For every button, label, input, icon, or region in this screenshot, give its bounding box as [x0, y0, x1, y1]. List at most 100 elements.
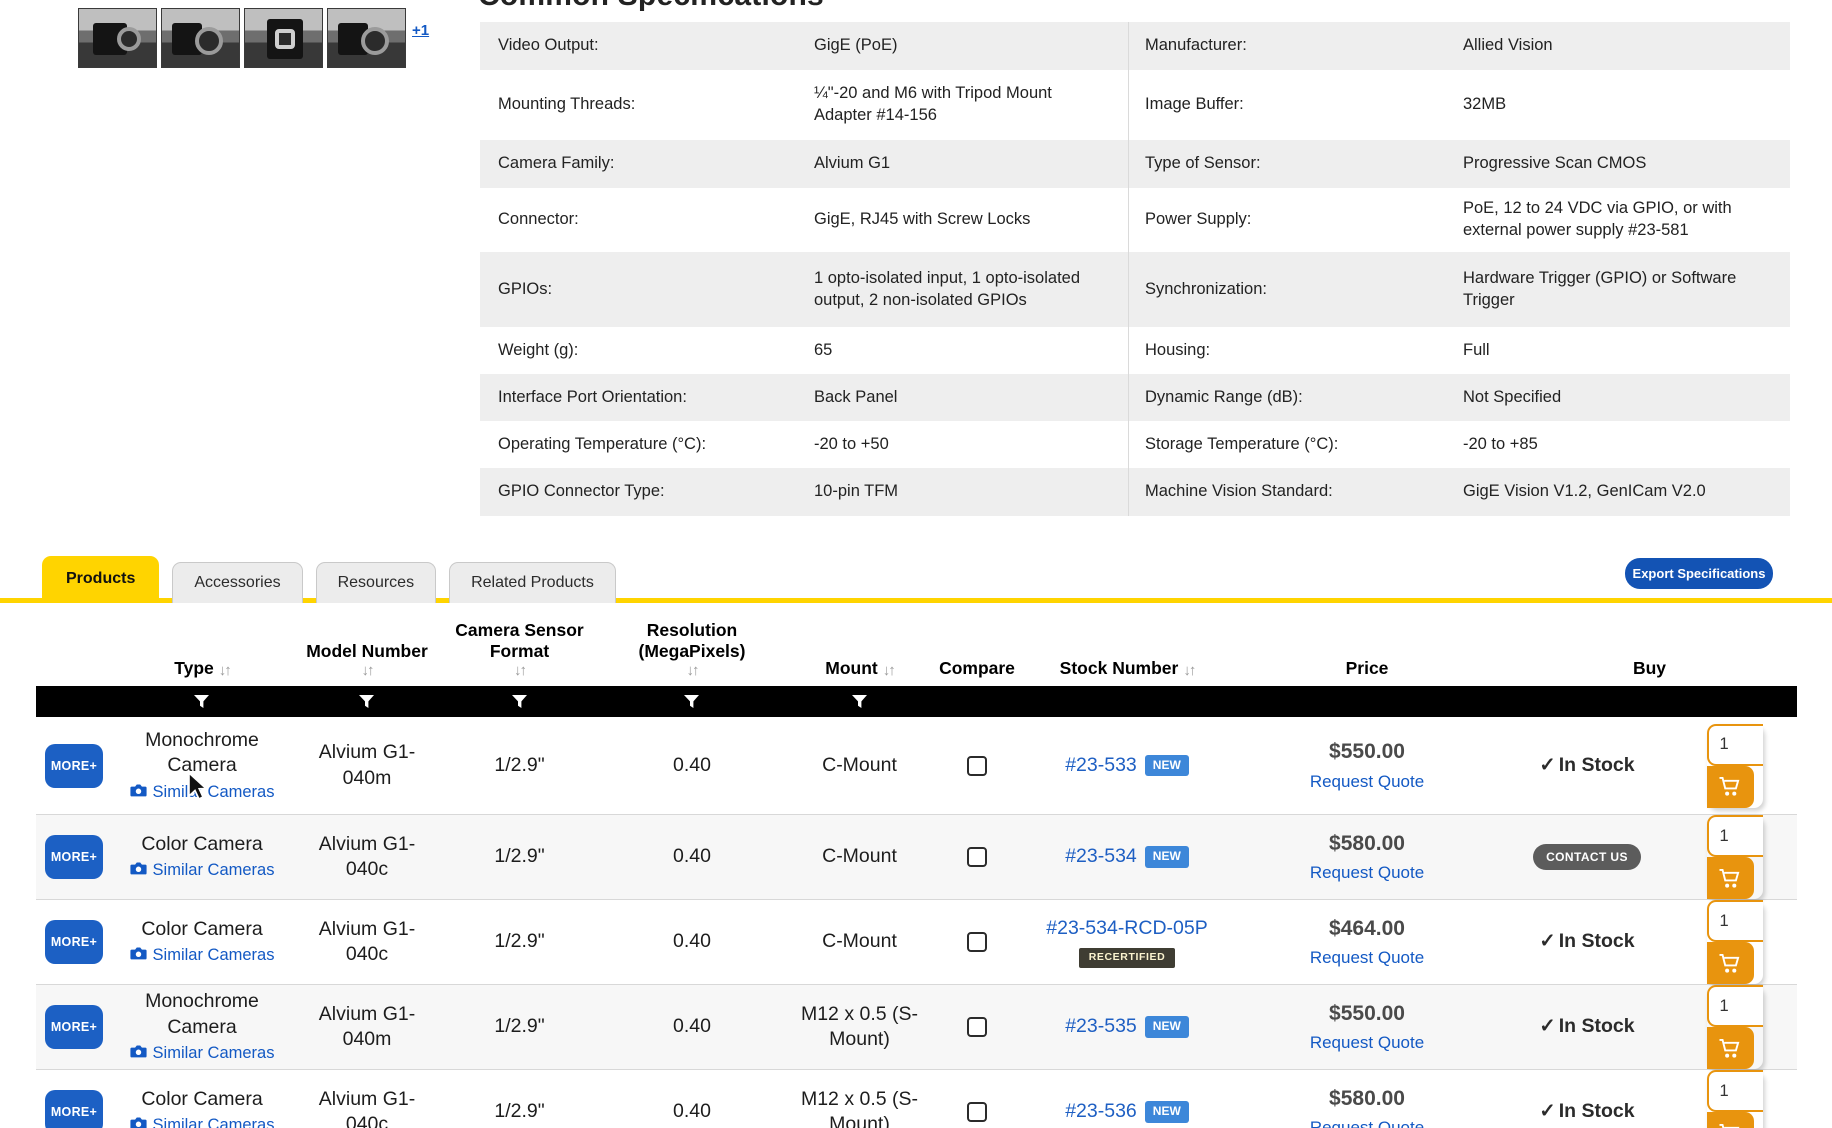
model-number: Alvium G1-040c [311, 917, 423, 968]
product-type: Monochrome Camera [112, 728, 292, 779]
stock-status: ✓In Stock [1502, 1014, 1672, 1039]
column-header-mount[interactable]: Mount↓↑ [787, 639, 932, 686]
column-header-buy: Buy [1502, 639, 1797, 686]
tab-products[interactable]: Products [42, 556, 159, 603]
more-images-link[interactable]: +1 [412, 22, 429, 39]
tab-related-products[interactable]: Related Products [449, 562, 616, 603]
model-number: Alvium G1-040c [311, 832, 423, 883]
camera-thumbnail[interactable] [78, 8, 157, 68]
recertified-badge: RECERTIFIED [1079, 948, 1176, 968]
compare-checkbox[interactable] [967, 1102, 987, 1122]
stock-number-link[interactable]: #23-534-RCD-05P [1046, 916, 1208, 941]
more-button[interactable]: MORE+ [45, 835, 103, 879]
compare-checkbox[interactable] [967, 847, 987, 867]
mount: M12 x 0.5 (S-Mount) [787, 1087, 932, 1128]
stock-number-link[interactable]: #23-535 [1065, 1014, 1137, 1039]
quantity-input[interactable] [1707, 815, 1763, 857]
column-header-stock-number[interactable]: Stock Number↓↑ [1022, 639, 1232, 686]
sensor-format: 1/2.9" [442, 929, 597, 954]
tab-resources[interactable]: Resources [316, 562, 436, 603]
camera-thumbnail[interactable] [327, 8, 406, 68]
add-to-cart-button[interactable] [1707, 766, 1754, 808]
filter-funnel-icon[interactable] [442, 695, 597, 709]
price: $464.00 [1329, 915, 1405, 942]
filter-funnel-icon[interactable] [597, 695, 787, 709]
column-header-resolution[interactable]: Resolution (MegaPixels)↓↑ [597, 620, 787, 686]
common-specifications-table: Video Output:GigE (PoE) Manufacturer:All… [480, 22, 1790, 516]
product-image-gallery [78, 8, 406, 68]
stock-number-link[interactable]: #23-533 [1065, 753, 1137, 778]
table-row: MORE+ Color Camera Similar Cameras Alviu… [36, 899, 1797, 984]
stock-status: ✓In Stock [1502, 1099, 1672, 1124]
common-specifications-title: Common Specifications [478, 0, 824, 13]
camera-lens-image [275, 29, 295, 49]
more-button[interactable]: MORE+ [45, 1090, 103, 1128]
quantity-widget [1707, 724, 1763, 808]
similar-cameras-link[interactable]: Similar Cameras [130, 860, 275, 881]
tab-accessories[interactable]: Accessories [172, 562, 302, 603]
similar-cameras-link[interactable]: Similar Cameras [130, 1043, 275, 1064]
sort-icon: ↓↑ [514, 662, 525, 679]
checkmark-icon: ✓ [1539, 753, 1555, 778]
resolution: 0.40 [597, 1099, 787, 1124]
model-number: Alvium G1-040m [311, 740, 423, 791]
quantity-widget [1707, 985, 1763, 1069]
new-badge: NEW [1145, 1101, 1189, 1123]
mount: C-Mount [787, 929, 932, 954]
camera-icon [130, 945, 147, 966]
resolution: 0.40 [597, 929, 787, 954]
new-badge: NEW [1145, 755, 1189, 777]
filter-funnel-icon[interactable] [112, 695, 292, 709]
sensor-format: 1/2.9" [442, 844, 597, 869]
filter-funnel-icon[interactable] [292, 695, 442, 709]
quantity-input[interactable] [1707, 900, 1763, 942]
add-to-cart-button[interactable] [1707, 942, 1754, 984]
mount: C-Mount [787, 753, 932, 778]
product-type: Color Camera [141, 917, 262, 942]
price: $550.00 [1329, 738, 1405, 765]
table-row: MORE+ Color Camera Similar Cameras Alviu… [36, 814, 1797, 899]
export-specifications-button[interactable]: Export Specifications [1625, 558, 1773, 589]
more-button[interactable]: MORE+ [45, 920, 103, 964]
sort-icon: ↓↑ [362, 662, 373, 679]
request-quote-link[interactable]: Request Quote [1310, 771, 1424, 793]
spec-row: Interface Port Orientation:Back Panel Dy… [480, 374, 1790, 421]
column-header-type[interactable]: Type↓↑ [112, 639, 292, 686]
price: $580.00 [1329, 1085, 1405, 1112]
more-button[interactable]: MORE+ [45, 744, 103, 788]
filter-funnel-icon[interactable] [787, 695, 932, 709]
camera-thumbnail[interactable] [244, 8, 323, 68]
request-quote-link[interactable]: Request Quote [1310, 1117, 1424, 1128]
quantity-input[interactable] [1707, 1070, 1763, 1112]
contact-us-button[interactable]: CONTACT US [1533, 844, 1641, 870]
similar-cameras-link[interactable]: Similar Cameras [130, 782, 275, 803]
compare-checkbox[interactable] [967, 932, 987, 952]
sensor-format: 1/2.9" [442, 753, 597, 778]
add-to-cart-button[interactable] [1707, 1112, 1754, 1128]
add-to-cart-button[interactable] [1707, 1027, 1754, 1069]
spec-row: Connector:GigE, RJ45 with Screw Locks Po… [480, 188, 1790, 252]
stock-number-link[interactable]: #23-534 [1065, 844, 1137, 869]
request-quote-link[interactable]: Request Quote [1310, 862, 1424, 884]
compare-checkbox[interactable] [967, 1017, 987, 1037]
resolution: 0.40 [597, 1014, 787, 1039]
request-quote-link[interactable]: Request Quote [1310, 947, 1424, 969]
resolution: 0.40 [597, 844, 787, 869]
products-table-header: Type↓↑ Model Number↓↑ Camera Sensor Form… [36, 620, 1797, 686]
quantity-input[interactable] [1707, 724, 1763, 766]
quantity-input[interactable] [1707, 985, 1763, 1027]
checkmark-icon: ✓ [1539, 1099, 1555, 1124]
similar-cameras-link[interactable]: Similar Cameras [130, 1115, 275, 1128]
products-table: Type↓↑ Model Number↓↑ Camera Sensor Form… [36, 620, 1797, 1128]
compare-checkbox[interactable] [967, 756, 987, 776]
camera-thumbnail[interactable] [161, 8, 240, 68]
column-header-model-number[interactable]: Model Number↓↑ [292, 639, 442, 686]
request-quote-link[interactable]: Request Quote [1310, 1032, 1424, 1054]
column-header-sensor-format[interactable]: Camera Sensor Format↓↑ [442, 620, 597, 686]
quantity-widget [1707, 900, 1763, 984]
similar-cameras-link[interactable]: Similar Cameras [130, 945, 275, 966]
stock-number-link[interactable]: #23-536 [1065, 1099, 1137, 1124]
more-button[interactable]: MORE+ [45, 1005, 103, 1049]
add-to-cart-button[interactable] [1707, 857, 1754, 899]
camera-icon [130, 782, 147, 803]
